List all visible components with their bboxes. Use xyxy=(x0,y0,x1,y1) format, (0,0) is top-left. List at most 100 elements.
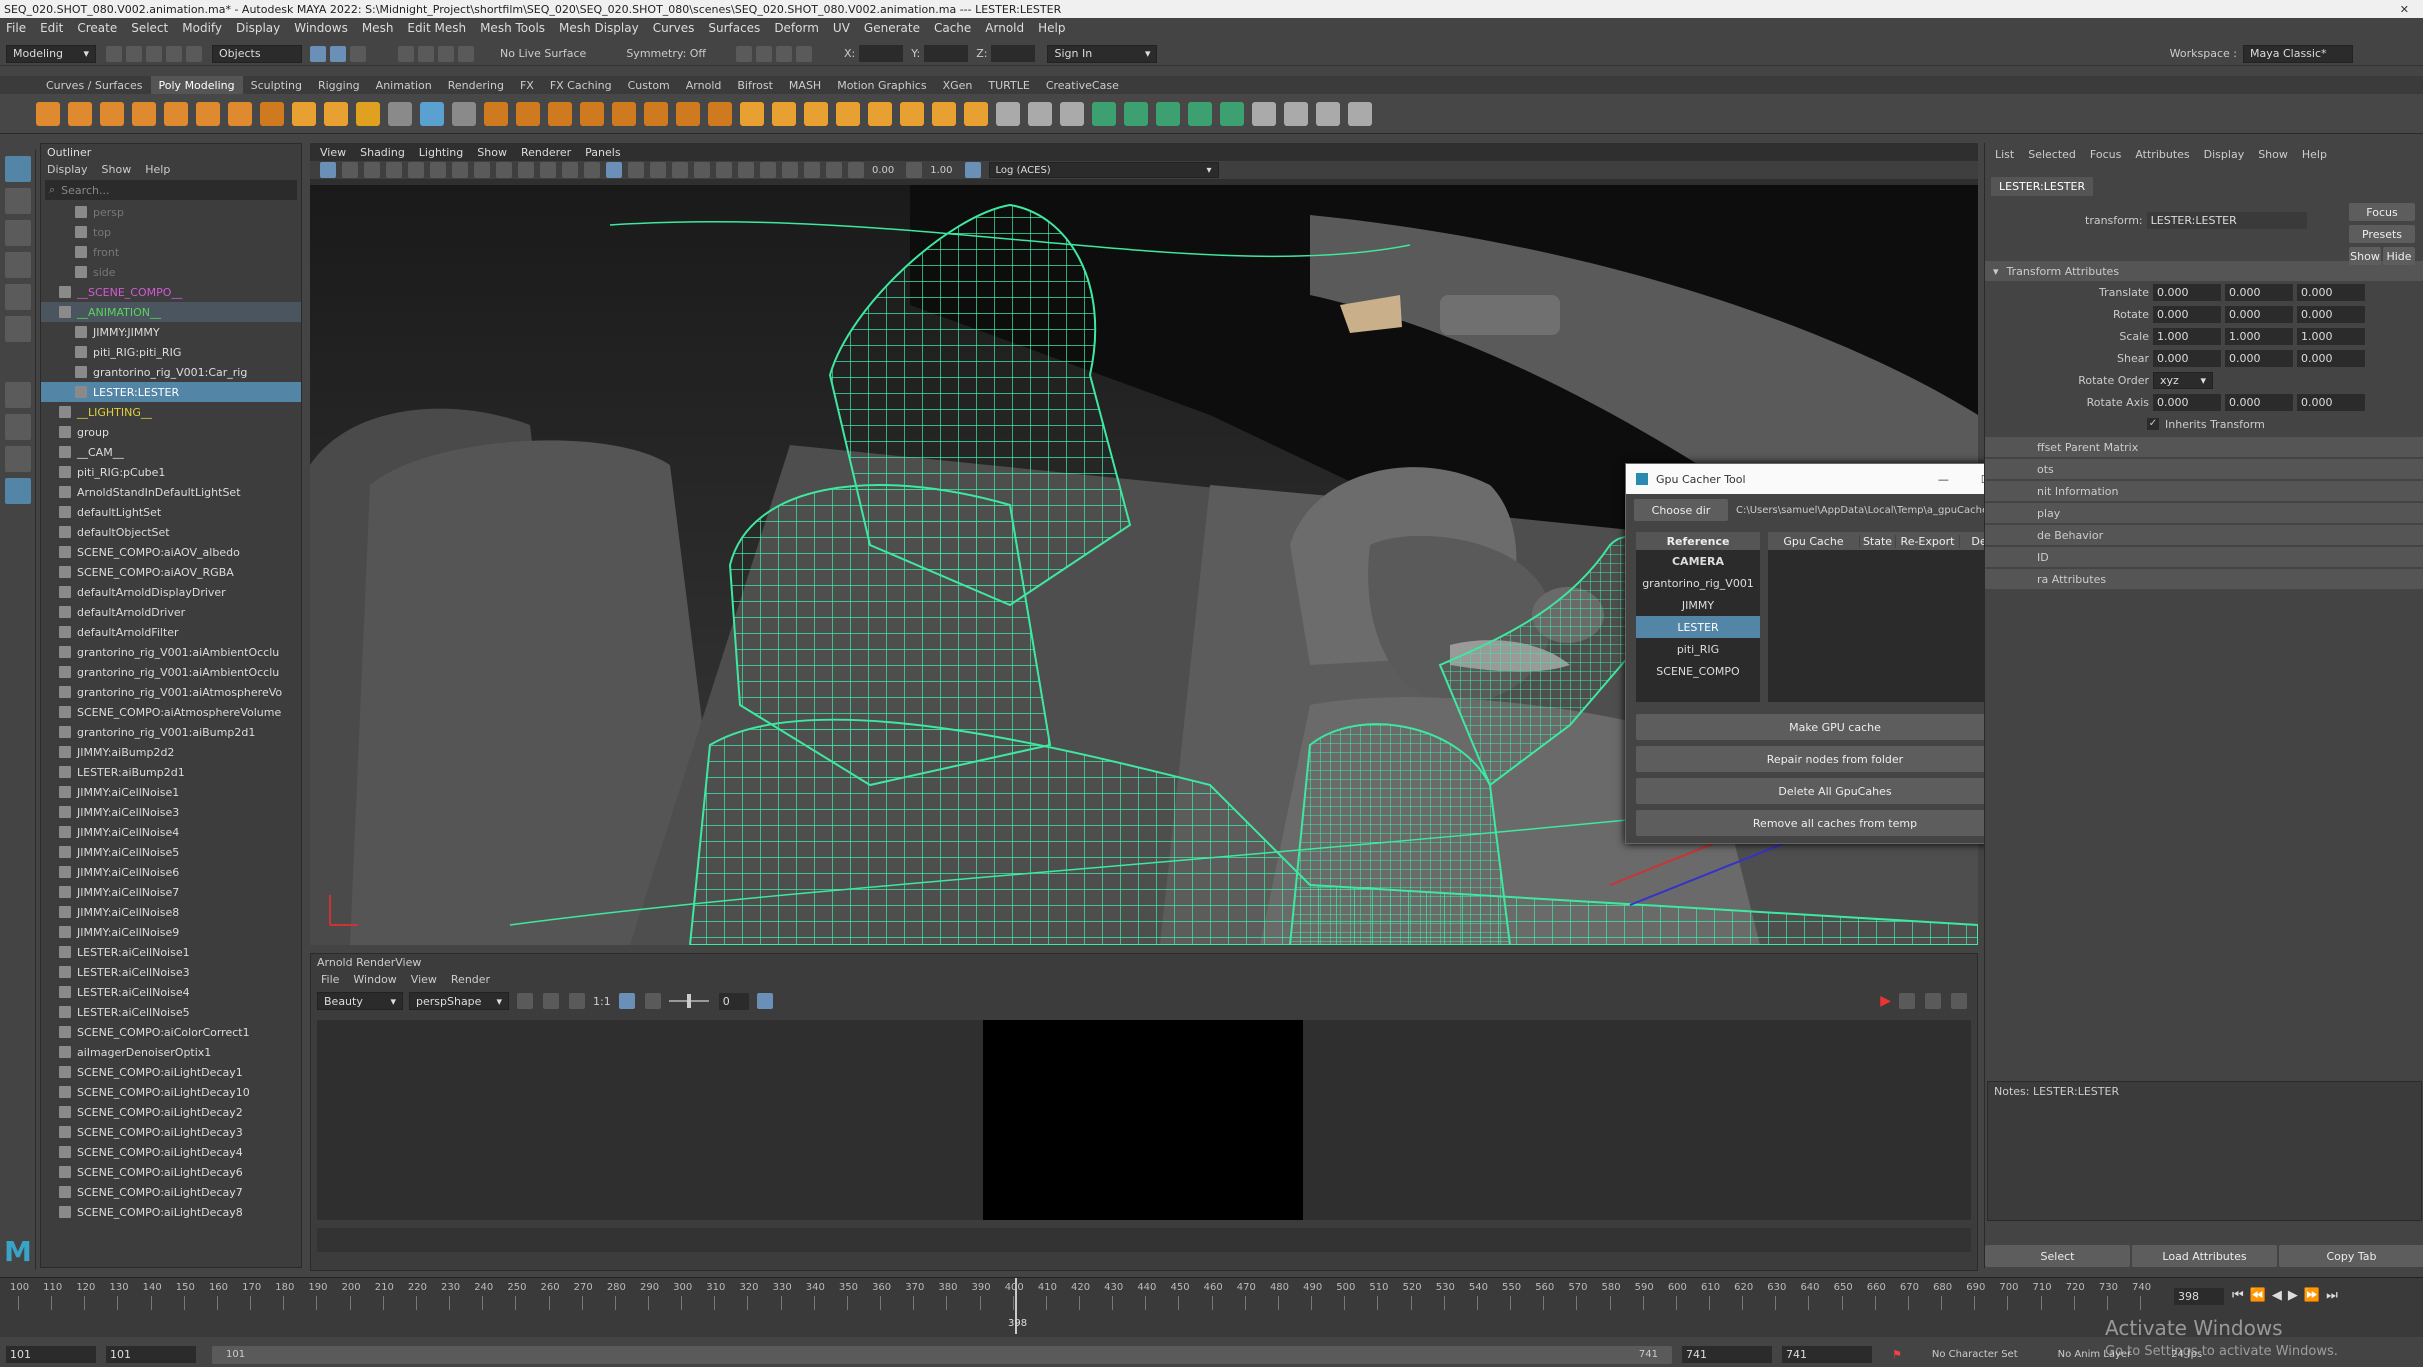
shelf-tab-bifrost[interactable]: Bifrost xyxy=(729,76,781,94)
menu-mesh[interactable]: Mesh xyxy=(362,21,394,35)
outliner-item[interactable]: front xyxy=(41,242,301,262)
shelf-tab-animation[interactable]: Animation xyxy=(368,76,440,94)
scale-y-field[interactable]: 1.000 xyxy=(2225,327,2293,345)
show-button[interactable]: Show xyxy=(2349,247,2381,265)
render-play-icon[interactable]: ▶ xyxy=(1880,993,1891,1009)
menu-surfaces[interactable]: Surfaces xyxy=(708,21,760,35)
outliner-item[interactable]: SCENE_COMPO:aiLightDecay8 xyxy=(41,1202,301,1222)
outliner-item[interactable]: persp xyxy=(41,202,301,222)
ratio-label[interactable]: 1:1 xyxy=(593,995,611,1008)
exposure-slider[interactable] xyxy=(668,994,709,1008)
outliner-item[interactable]: JIMMY:JIMMY xyxy=(41,322,301,342)
resolution-gate-icon[interactable] xyxy=(496,162,512,178)
snap-plane-icon[interactable] xyxy=(458,45,474,62)
outliner-item[interactable]: __SCENE_COMPO__ xyxy=(41,282,301,302)
translate-x-field[interactable]: 0.000 xyxy=(2153,283,2221,301)
renderview-menu-render[interactable]: Render xyxy=(451,973,490,986)
outliner-item[interactable]: JIMMY:aiCellNoise8 xyxy=(41,902,301,922)
exposure-value[interactable]: 0.00 xyxy=(872,165,894,176)
menu-cache[interactable]: Cache xyxy=(934,21,971,35)
attr-menu-selected[interactable]: Selected xyxy=(2028,148,2076,161)
animation-end-field[interactable]: 741 xyxy=(1782,1346,1872,1363)
antialiasing-icon[interactable] xyxy=(760,162,776,178)
safe-title-icon[interactable] xyxy=(584,162,600,178)
translate-y-field[interactable]: 0.000 xyxy=(2225,283,2293,301)
menu-windows[interactable]: Windows xyxy=(294,21,348,35)
render-settings-gear-icon[interactable] xyxy=(1951,993,1967,1009)
textured-icon[interactable] xyxy=(672,162,688,178)
cache-col-re-export[interactable]: Re-Export xyxy=(1896,534,1960,548)
outliner-search[interactable]: ⌕ Search... xyxy=(45,180,297,200)
menu-uv[interactable]: UV xyxy=(833,21,850,35)
menu-mesh-tools[interactable]: Mesh Tools xyxy=(480,21,545,35)
exposure-icon[interactable] xyxy=(848,162,864,178)
shelf-tool-9-icon[interactable] xyxy=(292,101,316,126)
outliner-item[interactable]: defaultObjectSet xyxy=(41,522,301,542)
delete-all-gpucahes-button[interactable]: Delete All GpuCahes xyxy=(1636,778,2034,804)
transform-name-field[interactable]: LESTER:LESTER xyxy=(2146,211,2307,229)
rotate-axis-z[interactable]: 0.000 xyxy=(2297,393,2365,411)
paint-select-icon[interactable] xyxy=(5,220,31,246)
attr-section-ra-attributes[interactable]: ra Attributes xyxy=(1985,569,2423,589)
attr-menu-display[interactable]: Display xyxy=(2204,148,2245,161)
aov-dropdown[interactable]: Beauty ▾ xyxy=(317,992,403,1010)
shelf-tool-34-icon[interactable] xyxy=(1092,101,1116,126)
render-debug-icon[interactable] xyxy=(1925,993,1941,1009)
xray-joints-icon[interactable] xyxy=(826,162,842,178)
menu-set-dropdown[interactable]: Modeling ▾ xyxy=(6,44,96,63)
attr-section-ots[interactable]: ots xyxy=(1985,459,2423,479)
inherits-checkbox[interactable]: ✓ xyxy=(2147,418,2159,430)
step-forward-key-icon[interactable]: ⏩ xyxy=(2304,1288,2320,1303)
shelf-tool-11-icon[interactable] xyxy=(356,101,380,126)
shelf-tool-40-icon[interactable] xyxy=(1284,101,1308,126)
symmetry-label[interactable]: Symmetry: Off xyxy=(626,47,706,60)
shelf-tool-27-icon[interactable] xyxy=(868,101,892,126)
lights-icon[interactable] xyxy=(694,162,710,178)
shelf-tool-33-icon[interactable] xyxy=(1060,101,1084,126)
shelf-tool-29-icon[interactable] xyxy=(932,101,956,126)
go-to-start-icon[interactable]: ⏮ xyxy=(2232,1288,2244,1303)
render-settings-icon[interactable] xyxy=(776,45,793,62)
shelf-tool-26-icon[interactable] xyxy=(836,101,860,126)
image-plane-icon[interactable] xyxy=(386,162,402,178)
shelf-tab-custom[interactable]: Custom xyxy=(620,76,678,94)
attr-section-id[interactable]: ID xyxy=(1985,547,2423,567)
select-tool-icon[interactable] xyxy=(5,156,31,182)
step-back-key-icon[interactable]: ⏪ xyxy=(2250,1288,2266,1303)
lut-icon[interactable] xyxy=(543,993,559,1009)
shelf-tab-motion-graphics[interactable]: Motion Graphics xyxy=(829,76,934,94)
outliner-item[interactable]: defaultArnoldDriver xyxy=(41,602,301,622)
attr-section-de-behavior[interactable]: de Behavior xyxy=(1985,525,2423,545)
renderview-menu-file[interactable]: File xyxy=(321,973,339,986)
outliner-item[interactable]: LESTER:aiCellNoise5 xyxy=(41,1002,301,1022)
xray-icon[interactable] xyxy=(804,162,820,178)
shelf-tool-31-icon[interactable] xyxy=(996,101,1020,126)
menu-arnold[interactable]: Arnold xyxy=(985,21,1024,35)
shelf-tool-16-icon[interactable] xyxy=(516,101,540,126)
viewport-menu-shading[interactable]: Shading xyxy=(360,146,405,159)
select-button[interactable]: Select xyxy=(1985,1245,2130,1267)
open-scene-icon[interactable] xyxy=(126,45,142,62)
select-object-icon[interactable] xyxy=(330,45,346,62)
outliner-item[interactable]: SCENE_COMPO:aiAOV_albedo xyxy=(41,542,301,562)
outliner-item[interactable]: piti_RIG:piti_RIG xyxy=(41,342,301,362)
outliner-item[interactable]: SCENE_COMPO:aiColorCorrect1 xyxy=(41,1022,301,1042)
renderview-menu-view[interactable]: View xyxy=(411,973,437,986)
scale-z-field[interactable]: 1.000 xyxy=(2297,327,2365,345)
shelf-tool-30-icon[interactable] xyxy=(964,101,988,126)
shelf-tab-sculpting[interactable]: Sculpting xyxy=(243,76,310,94)
outliner-item[interactable]: __LIGHTING__ xyxy=(41,402,301,422)
shelf-tool-17-icon[interactable] xyxy=(548,101,572,126)
shelf-tool-19-icon[interactable] xyxy=(612,101,636,126)
outliner-item[interactable]: SCENE_COMPO:aiLightDecay1 xyxy=(41,1062,301,1082)
ipr-icon[interactable] xyxy=(756,45,773,62)
film-gate-icon[interactable] xyxy=(474,162,490,178)
translate-z-field[interactable]: 0.000 xyxy=(2297,283,2365,301)
log-icon[interactable] xyxy=(756,993,773,1009)
outliner-item[interactable]: __CAM__ xyxy=(41,442,301,462)
outliner-item[interactable]: group xyxy=(41,422,301,442)
shelf-tool-4-icon[interactable] xyxy=(132,101,156,126)
undo-icon[interactable] xyxy=(166,45,182,62)
new-scene-icon[interactable] xyxy=(106,45,122,62)
smooth-shade-icon[interactable] xyxy=(628,162,644,178)
